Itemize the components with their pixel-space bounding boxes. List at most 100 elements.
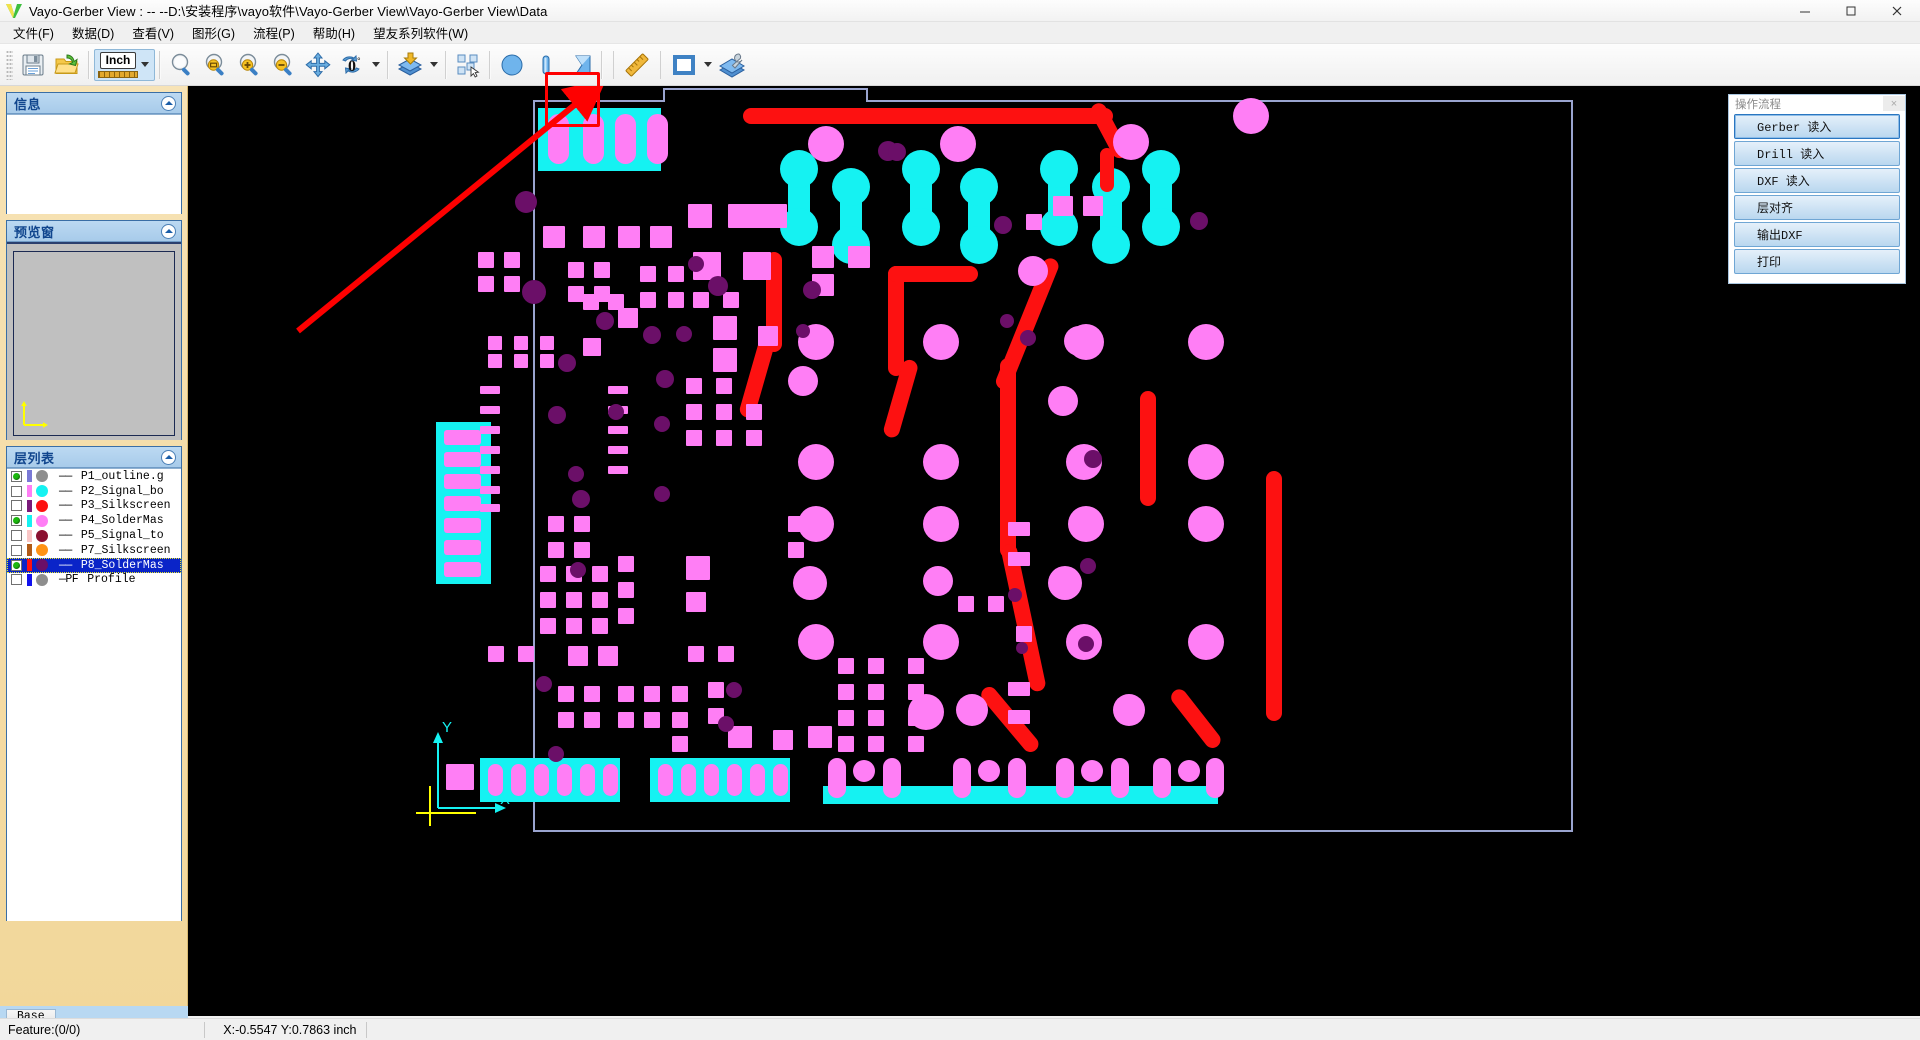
layer-visibility-checkbox[interactable]: [11, 485, 22, 497]
layer-visibility-checkbox[interactable]: [11, 515, 22, 527]
layer-settings-icon[interactable]: [715, 48, 749, 82]
menu-vayo-suite[interactable]: 望友系列软件(W): [364, 21, 477, 44]
menu-process[interactable]: 流程(P): [244, 21, 304, 44]
unit-inch-selector[interactable]: Inch: [94, 48, 155, 82]
pad-round: [923, 624, 959, 660]
pcb-canvas[interactable]: Y X: [188, 86, 1920, 1016]
layer-type-code: ——: [59, 543, 72, 557]
layer-row-5[interactable]: —— P7_Silkscreen: [7, 543, 181, 558]
toolbar-grip[interactable]: [6, 49, 13, 80]
layer-color-swatch[interactable]: [36, 559, 48, 572]
layer-visibility-checkbox[interactable]: [11, 530, 22, 542]
polygon-shape-icon[interactable]: [563, 48, 597, 82]
maximize-button[interactable]: [1828, 0, 1874, 22]
flow-print[interactable]: 打印: [1734, 249, 1900, 274]
line-shape-icon[interactable]: [529, 48, 563, 82]
flow-layer-align[interactable]: 层对齐: [1734, 195, 1900, 220]
menu-file[interactable]: 文件(F): [4, 21, 63, 44]
layer-visibility-checkbox[interactable]: [11, 559, 22, 571]
drill-hole: [1080, 558, 1096, 574]
pad-square: [480, 446, 500, 454]
left-dock: 信息 预览窗 层列表 —— P1_outline.g —— P2_Signal_…: [0, 86, 188, 1016]
layer-visibility-checkbox[interactable]: [11, 574, 22, 586]
rotate-dropdown-arrow[interactable]: [369, 48, 383, 82]
select-objects-icon[interactable]: [451, 48, 485, 82]
layers-collapse-icon[interactable]: [161, 449, 176, 465]
layer-bar-swatch: [27, 544, 32, 557]
layer-color-swatch[interactable]: [36, 573, 48, 586]
flow-drill-import[interactable]: Drill 读入: [1734, 141, 1900, 166]
layer-row-7[interactable]: —PF Profile: [7, 573, 181, 588]
layer-color-swatch[interactable]: [36, 485, 48, 498]
zoom-window-icon[interactable]: [199, 48, 233, 82]
menu-help[interactable]: 帮助(H): [304, 21, 364, 44]
pad: [883, 758, 901, 798]
close-icon[interactable]: ×: [1883, 96, 1905, 111]
close-button[interactable]: [1874, 0, 1920, 22]
drill-hole: [1020, 330, 1036, 346]
pad: [444, 430, 481, 445]
operation-flow-title: 操作流程: [1735, 98, 1781, 111]
visible-dot-icon: [13, 517, 20, 525]
preview-panel-body[interactable]: [7, 242, 181, 440]
pan-icon[interactable]: [301, 48, 335, 82]
open-folder-icon[interactable]: [50, 48, 84, 82]
circle-shape-icon[interactable]: [495, 48, 529, 82]
layer-list[interactable]: —— P1_outline.g —— P2_Signal_bo —— P3_Silkscr…: [7, 468, 181, 921]
pad-round: [1064, 326, 1094, 356]
pad-round: [1113, 124, 1149, 160]
layer-row-4[interactable]: —— P5_Signal_to: [7, 528, 181, 543]
menu-graphics[interactable]: 图形(G): [183, 21, 244, 44]
layer-visibility-checkbox[interactable]: [11, 544, 22, 556]
rectangle-shape-icon[interactable]: [667, 48, 701, 82]
flow-export-dxf[interactable]: 输出DXF: [1734, 222, 1900, 247]
pad: [953, 758, 971, 798]
info-collapse-icon[interactable]: [161, 95, 176, 111]
rotate-icon[interactable]: 0 °: [335, 48, 369, 82]
zoom-out-icon[interactable]: [267, 48, 301, 82]
flow-gerber-import[interactable]: Gerber 读入: [1734, 114, 1900, 139]
info-panel: 信息: [6, 92, 182, 214]
layer-import-dropdown-arrow[interactable]: [427, 48, 441, 82]
pad-square: [848, 246, 870, 268]
save-icon[interactable]: [16, 48, 50, 82]
layer-color-swatch[interactable]: [36, 514, 48, 527]
layer-row-0[interactable]: —— P1_outline.g: [7, 469, 181, 484]
drill-hole: [608, 404, 624, 420]
layer-color-swatch[interactable]: [36, 499, 48, 512]
pad-square: [746, 430, 762, 446]
pad-square: [672, 686, 688, 702]
rectangle-dropdown-arrow[interactable]: [701, 48, 715, 82]
layer-row-1[interactable]: —— P2_Signal_bo: [7, 484, 181, 499]
unit-dropdown-arrow[interactable]: [138, 48, 152, 82]
drill-hole: [718, 716, 734, 732]
layer-row-2[interactable]: —— P3_Silkscreen: [7, 499, 181, 514]
layer-import-icon[interactable]: [393, 48, 427, 82]
drill-hole: [994, 216, 1012, 234]
layer-visibility-checkbox[interactable]: [11, 470, 22, 482]
preview-collapse-icon[interactable]: [161, 223, 176, 239]
menu-view[interactable]: 查看(V): [123, 21, 183, 44]
pad-square: [1083, 196, 1103, 216]
visible-dot-icon: [13, 472, 20, 480]
zoom-in-icon[interactable]: [233, 48, 267, 82]
minimize-button[interactable]: [1782, 0, 1828, 22]
layer-color-swatch[interactable]: [36, 544, 48, 557]
layer-color-swatch[interactable]: [36, 470, 48, 483]
layer-color-swatch[interactable]: [36, 529, 48, 542]
layer-row-3[interactable]: —— P4_SolderMas: [7, 513, 181, 528]
preview-canvas[interactable]: [13, 251, 175, 436]
drill-hole: [1008, 588, 1022, 602]
board-outline-notch: [663, 88, 868, 102]
pad: [444, 496, 481, 511]
pad-round: [1048, 386, 1078, 416]
pad-square: [838, 684, 854, 700]
flow-dxf-import[interactable]: DXF 读入: [1734, 168, 1900, 193]
zoom-icon[interactable]: [165, 48, 199, 82]
ruler-measure-icon[interactable]: [620, 48, 654, 82]
layer-row-6[interactable]: —— P8_SolderMas: [7, 557, 181, 573]
layer-visibility-checkbox[interactable]: [11, 500, 22, 512]
svg-text:Y: Y: [442, 719, 452, 736]
menu-data[interactable]: 数据(D): [63, 21, 123, 44]
drill-hole: [656, 370, 674, 388]
